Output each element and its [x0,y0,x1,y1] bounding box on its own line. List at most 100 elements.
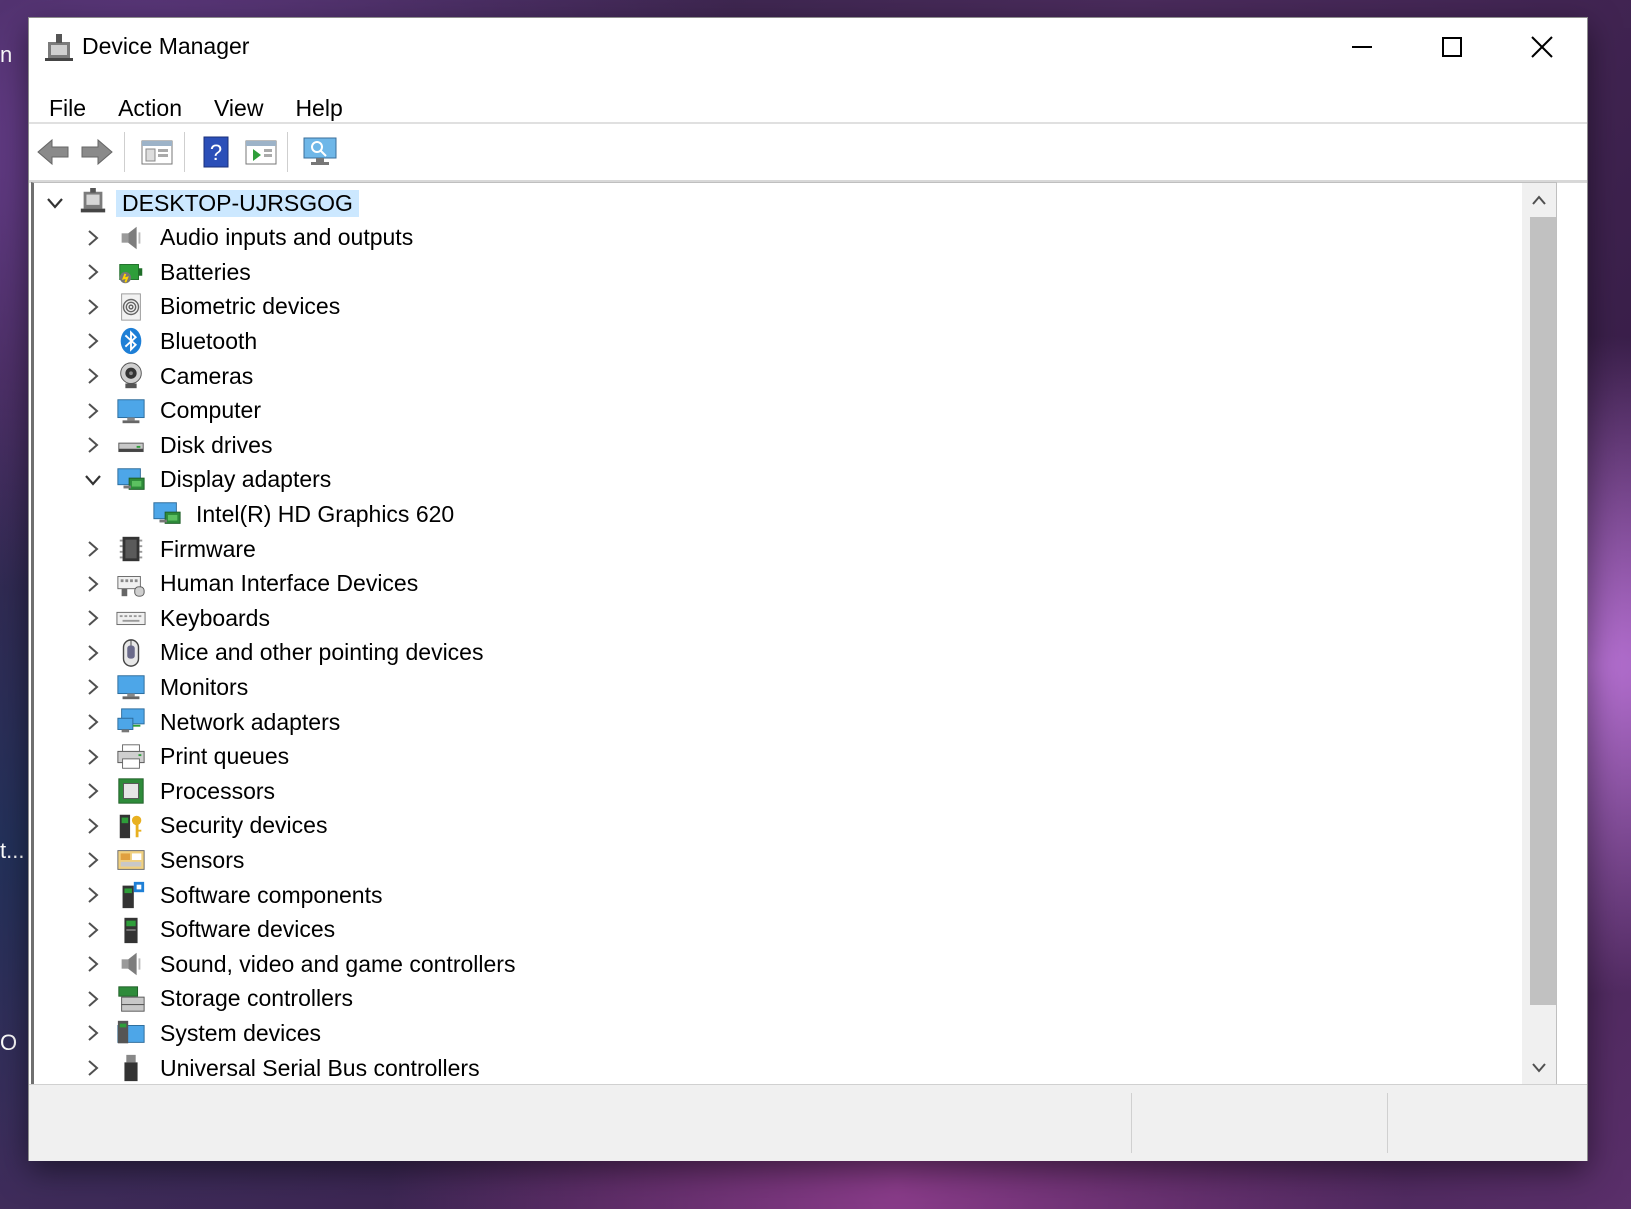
chevron-right-icon [88,264,99,280]
close-icon [1531,36,1553,58]
scroll-down-button[interactable] [1522,1051,1556,1085]
expand-toggle[interactable] [82,330,104,352]
back-arrow-icon [37,138,69,166]
chevron-down-icon [85,475,101,486]
maximize-button[interactable] [1407,18,1497,76]
collapse-toggle[interactable] [44,192,66,214]
expand-toggle[interactable] [82,780,104,802]
expand-toggle[interactable] [82,261,104,283]
expand-toggle[interactable] [82,365,104,387]
tree-category-item[interactable]: Sensors [82,842,250,878]
expand-toggle[interactable] [82,746,104,768]
tree-category-item[interactable]: Display adapters [82,462,337,498]
tree-category-item[interactable]: Universal Serial Bus controllers [82,1050,486,1085]
tree-item-label: Security devices [160,812,328,839]
expand-toggle[interactable] [82,1022,104,1044]
help-button[interactable]: ? [199,132,233,172]
tree-item-icon [114,843,148,877]
tree-category-item[interactable]: Software devices [82,912,341,948]
expand-toggle[interactable] [82,400,104,422]
tree-category-item[interactable]: Monitors [82,669,254,705]
tree-item-icon [114,324,148,358]
tree-root-computer[interactable]: DESKTOP-UJRSGOG [44,185,359,221]
properties-button[interactable] [139,132,175,172]
tree-category-item[interactable]: Print queues [82,739,295,775]
expand-toggle[interactable] [82,884,104,906]
desktop-text-fragment: n [0,42,13,67]
tree-category-item[interactable]: Software components [82,877,388,913]
sensor-icon [117,850,145,871]
tree-category-item[interactable]: Keyboards [82,600,276,636]
expand-toggle[interactable] [82,988,104,1010]
tree-item-label: Human Interface Devices [160,570,419,597]
expand-toggle[interactable] [82,711,104,733]
tree-item-label: Network adapters [160,708,341,735]
tree-category-item[interactable]: Human Interface Devices [82,566,424,602]
tree-category-item[interactable]: Security devices [82,808,333,844]
tree-item-icon [150,497,184,531]
tree-category-item[interactable]: Computer [82,393,267,429]
tree-category-item[interactable]: Batteries [82,254,257,290]
expand-toggle[interactable] [82,607,104,629]
title-bar[interactable]: Device Manager [29,18,1587,78]
tree-device-item[interactable]: Intel(R) HD Graphics 620 [118,496,460,532]
display-adapter-icon [117,468,145,490]
expand-toggle[interactable] [82,296,104,318]
system-device-icon [117,1021,145,1044]
tree-item-label: Cameras [160,362,254,389]
tree-item-label: DESKTOP-UJRSGOG [116,189,359,217]
tree-category-item[interactable]: Network adapters [82,704,346,740]
toolbar-separator [124,132,125,172]
vertical-scrollbar[interactable] [1522,183,1556,1085]
expand-toggle[interactable] [82,953,104,975]
expand-toggle[interactable] [82,676,104,698]
expand-toggle[interactable] [82,849,104,871]
chevron-down-icon [1532,1063,1546,1073]
minimize-button[interactable] [1317,18,1407,76]
tree-category-item[interactable]: Firmware [82,531,262,567]
expand-toggle[interactable] [82,919,104,941]
tree-category-item[interactable]: Processors [82,773,281,809]
status-cell [1131,1093,1388,1153]
tree-category-item[interactable]: Bluetooth [82,323,263,359]
tree-category-item[interactable]: System devices [82,1015,327,1051]
tree-category-item[interactable]: Biometric devices [82,289,346,325]
device-tree[interactable]: DESKTOP-UJRSGOG Audio inputs and outputs B… [31,182,1557,1086]
tree-category-item[interactable]: Audio inputs and outputs [82,220,419,256]
tree-category-item[interactable]: Sound, video and game controllers [82,946,521,982]
chevron-right-icon [88,1060,99,1076]
mouse-icon [122,638,140,667]
tree-item-label: Sensors [160,846,245,873]
tree-item-icon [114,394,148,428]
forward-button[interactable] [79,132,115,172]
update-driver-button[interactable] [243,132,279,172]
scroll-up-button[interactable] [1522,183,1556,217]
expand-toggle[interactable] [82,538,104,560]
computer-root-icon [80,188,106,213]
expand-toggle[interactable] [82,815,104,837]
chevron-right-icon [88,956,99,972]
scan-hardware-button[interactable] [301,132,339,172]
chevron-right-icon [88,368,99,384]
tree-category-item[interactable]: Cameras [82,358,259,394]
close-button[interactable] [1497,18,1587,76]
scroll-thumb[interactable] [1530,217,1556,1005]
expand-toggle[interactable] [82,1057,104,1079]
expand-toggle[interactable] [82,434,104,456]
chevron-right-icon [88,921,99,938]
expand-toggle[interactable] [82,227,104,249]
tree-category-item[interactable]: Disk drives [82,427,278,463]
tree-category-item[interactable]: Mice and other pointing devices [82,635,489,671]
chevron-right-icon [88,645,99,661]
tree-item-icon [114,982,148,1016]
collapse-toggle[interactable] [82,469,104,491]
expand-toggle[interactable] [82,573,104,595]
expand-toggle[interactable] [82,642,104,664]
tree-item-icon [114,601,148,635]
network-icon [117,708,145,733]
toolbar: ? [29,122,1587,183]
back-button[interactable] [35,132,71,172]
tree-category-item[interactable]: Storage controllers [82,981,359,1017]
chevron-down-icon [47,198,63,209]
chevron-right-icon [88,541,99,557]
